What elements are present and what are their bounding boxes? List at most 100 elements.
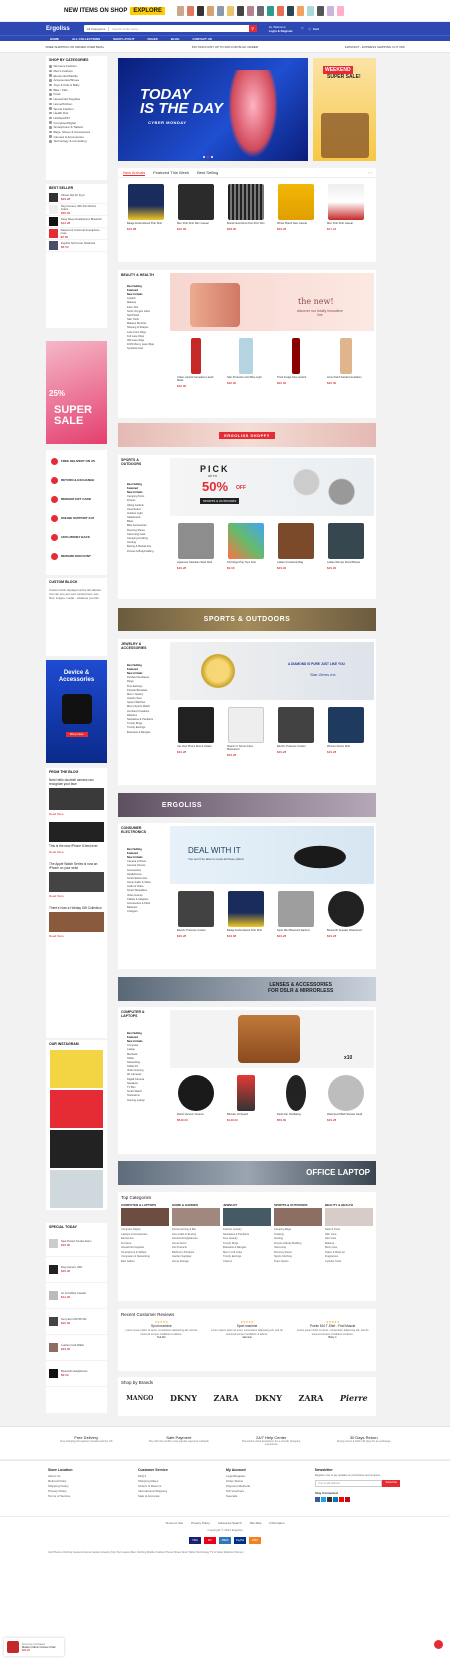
bestseller-item[interactable]: Deep Sleep Headphones Bluetooth $12.28 [46, 216, 107, 228]
product-card[interactable]: Thick Fudge Kiss Lipstick $40.00 [274, 334, 318, 414]
youtube-icon[interactable] [339, 1497, 344, 1502]
newsletter-input[interactable]: Your email address [315, 1480, 383, 1487]
blog-post[interactable]: Nest Hello doorbell camera can recognize… [46, 776, 107, 818]
product-card[interactable]: Japanese Stainless Steel Wok $49.28 [174, 519, 218, 597]
tab-featured[interactable]: Featured This Week [153, 170, 189, 175]
nav-blog[interactable]: BLOG [171, 37, 180, 41]
search-bar[interactable]: All Categories Search entire store... ⚲ [83, 25, 257, 32]
top-category-title[interactable]: BEAUTY & HEALTH [325, 1203, 373, 1207]
twitter-icon[interactable] [321, 1497, 326, 1502]
product-card[interactable]: Electric Pressure Cooker $49.28 [274, 703, 318, 783]
tab-new-arrivals[interactable]: New Arrivals [123, 170, 146, 176]
sports-banner[interactable]: PICK UP TO 50% OFF SPORTS & OUTDOORS [170, 458, 374, 516]
top-category-image[interactable] [121, 1208, 169, 1226]
pinterest-icon[interactable] [345, 1497, 350, 1502]
device-banner[interactable]: Device & Accessories Shop Now [46, 660, 107, 763]
product-card[interactable]: Ladies Women Floral Blouse $49.00 [324, 519, 368, 597]
product-card[interactable]: Desk Fan Oscillating $59.00 [274, 1071, 318, 1151]
cart-button[interactable]: 🛒 Cart [308, 27, 319, 31]
back-to-top-button[interactable] [434, 1640, 443, 1649]
special-item[interactable]: Nest Protect Smoke Alarm $16.00 [46, 1231, 107, 1257]
product-card[interactable]: Car Vent Phone Mount Holder $49.28 [174, 703, 218, 783]
brand-logo[interactable]: MANGO [126, 1395, 153, 1402]
subscribe-button[interactable]: Subscribe [382, 1480, 400, 1487]
nav-pages[interactable]: PAGES [147, 37, 157, 41]
instagram-icon[interactable] [327, 1497, 332, 1502]
slider-dots[interactable] [203, 156, 213, 158]
top-category-title[interactable]: SPORTS & OUTDOORS [274, 1203, 322, 1207]
brand-logo[interactable]: DKNY [255, 1393, 282, 1403]
search-input[interactable]: Search entire store... [109, 27, 248, 31]
blog-post[interactable]: There's Now a Holiday Gift Collection Re… [46, 902, 107, 942]
product-card[interactable]: Bluetooth Speaker Waterproof $49.28 [324, 887, 368, 967]
brand-logo[interactable]: Pierre [340, 1393, 368, 1403]
top-category-image[interactable] [274, 1208, 322, 1226]
product-card[interactable]: Badge Embroidered Polo Shirt $19.98 [224, 887, 268, 967]
special-item[interactable]: Dog Camera, WiFi $26.00 [46, 1257, 107, 1283]
product-card[interactable]: Vitamin C Serum Face Moisturizer $49.28 [224, 703, 268, 783]
footer-link[interactable]: Specials [226, 1494, 250, 1499]
top-category-title[interactable]: COMPUTER & LAPTOPS [121, 1203, 169, 1207]
carousel-arrows[interactable]: ‹ › [368, 170, 372, 175]
jewelry-banner[interactable]: A DIAMOND IS PURE JUST LIKE YOU Star Gem… [170, 642, 374, 700]
category-item[interactable]: Technology & Consulting [46, 139, 107, 144]
electronics-banner[interactable]: DEAL WITH IT You won't be able to resist… [170, 826, 374, 884]
sub-link[interactable]: Bracelets & Bangles [118, 730, 170, 734]
sale-banner[interactable]: 25% SUPER SALE [46, 341, 107, 444]
bestseller-item[interactable]: Ultrean 6Qt Air Fryer $49.28 [46, 192, 107, 204]
top-category-link[interactable]: Team Sports [274, 1260, 322, 1265]
bestseller-item[interactable]: Waterproof Universal Smartphone Case $8.9… [46, 228, 107, 240]
product-card[interactable]: Badge Embroidered Polo Shirt $19.98 [124, 180, 168, 240]
instagram-photo[interactable] [50, 1170, 103, 1208]
search-button[interactable]: ⚲ [248, 25, 257, 32]
special-item[interactable]: An Incredible Coastal $12.00 [46, 1283, 107, 1309]
product-card[interactable]: Winter Brand New Casual $49.28 [274, 180, 318, 240]
blog-post[interactable]: This is the new iPhone 6 best ever Read … [46, 818, 107, 858]
blog-post[interactable]: The Apple Watch Series is now an iPhone … [46, 858, 107, 902]
product-card[interactable]: Waterproof Bath Shower Head $49.28 [324, 1071, 368, 1151]
top-category-image[interactable] [172, 1208, 220, 1226]
top-category-link[interactable]: Charms [223, 1260, 271, 1265]
sports-outdoors-banner[interactable]: SPORTS & OUTDOORS [118, 608, 376, 631]
product-card[interactable]: Women Denim Skirt $49.28 [324, 703, 368, 783]
shop-now-button[interactable]: Shop Now [65, 732, 88, 737]
product-card[interactable]: Men Polo Shirt Casual $17.24 [324, 180, 368, 240]
site-logo[interactable]: Ergoliss [46, 26, 70, 32]
promo-banner[interactable]: NEW ITEMS ON SHOP EXPLORE [0, 0, 450, 22]
bottom-link[interactable]: Privacy Policy [191, 1521, 210, 1525]
top-category-link[interactable]: Cylinder Tools [325, 1260, 373, 1265]
product-card[interactable]: Skin Protection Anti Blue Light $40.00 [224, 334, 268, 414]
brand-logo[interactable]: ZARA [214, 1393, 239, 1403]
footer-tags[interactable]: Cell Phones Clothing Featured Home Garde… [48, 1551, 402, 1555]
brand-logo[interactable]: ZARA [298, 1393, 323, 1403]
nav-home[interactable]: HOME [50, 37, 59, 41]
product-card[interactable]: Brand New Mens Polo Shirt Slim $28.00 [224, 180, 268, 240]
account-link[interactable]: Hi, Welcome Login & Register [269, 25, 293, 33]
product-card[interactable]: Robot Vacuum Cleaner $549.00 [174, 1071, 218, 1151]
sub-link[interactable]: Chargers [118, 910, 170, 914]
product-card[interactable]: Electric Pressure Cooker $49.28 [174, 887, 218, 967]
explore-button[interactable]: EXPLORE [130, 6, 166, 15]
purchase-popup[interactable]: Someone purchased Modern Fabric Contour … [4, 1638, 64, 1656]
instagram-photo[interactable] [50, 1130, 103, 1168]
bestseller-item[interactable]: Ergoliss Soft Cover Notebook $6.50 [46, 240, 107, 252]
sub-link[interactable]: Fitness & Bodybuilding [118, 549, 170, 553]
top-category-title[interactable]: HOME & GARDEN [172, 1203, 220, 1207]
sub-link[interactable]: Synthetic Hair [118, 347, 170, 351]
footer-link[interactable]: Terms of Service [48, 1494, 73, 1499]
sub-link[interactable]: Gaming Laptop [118, 1098, 170, 1102]
bottom-link[interactable]: Terms of Use [166, 1521, 184, 1525]
nav-shop-layout[interactable]: SHOP LAYOUT [113, 37, 134, 41]
nav-collections[interactable]: ALL COLLECTIONS [72, 37, 100, 41]
computers-banner[interactable]: x10 [170, 1010, 374, 1068]
ergoliss-banner[interactable]: ERGOLISS [118, 793, 376, 817]
product-card[interactable]: Kid Fidget Pop Toys Sets $9.99 [224, 519, 268, 597]
search-category-select[interactable]: All Categories [84, 26, 110, 31]
product-card[interactable]: Blender 10-Speed $140.00 [224, 1071, 268, 1151]
top-category-link[interactable]: Best Sellers [121, 1260, 169, 1265]
top-category-image[interactable] [223, 1208, 271, 1226]
beauty-banner[interactable]: the new! discover our totally innovative… [170, 273, 374, 331]
top-category-link[interactable]: Home Storage [172, 1260, 220, 1265]
product-card[interactable]: Ladies Crossbody Bag $49.00 [274, 519, 318, 597]
special-item[interactable]: Sony Ecm-DS70P Mic $20.00 [46, 1309, 107, 1335]
